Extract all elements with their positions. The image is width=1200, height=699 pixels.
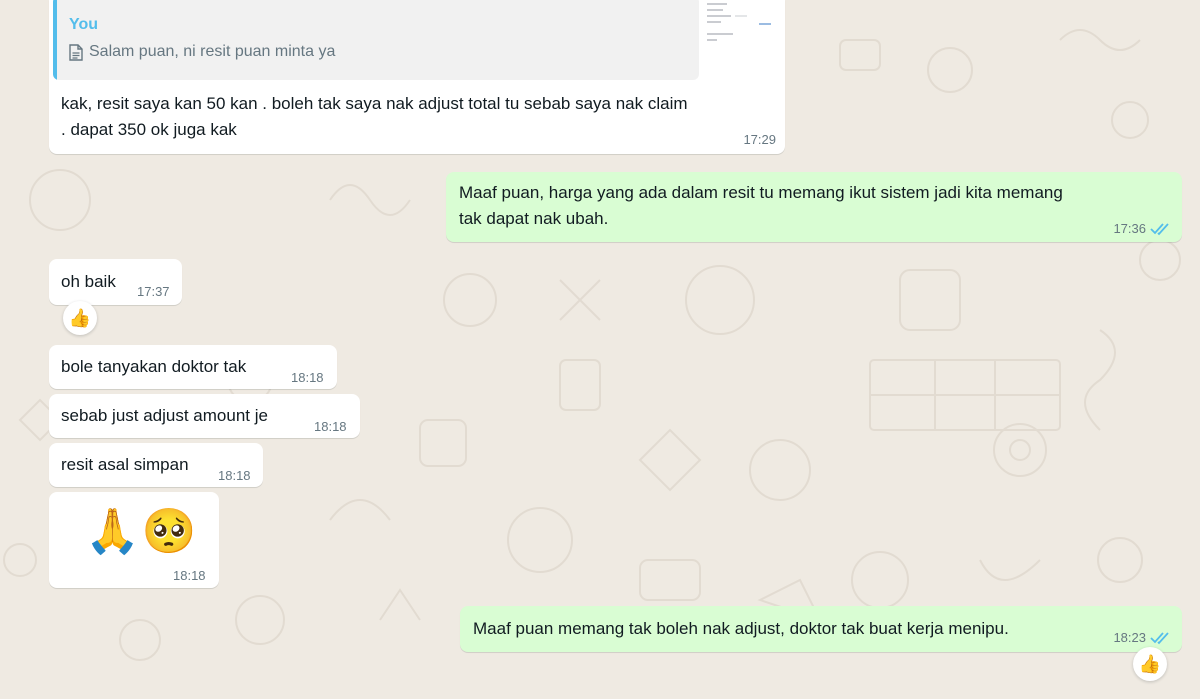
message-timestamp: 18:18 xyxy=(314,419,347,434)
outgoing-message-bubble[interactable]: Maaf puan memang tak boleh nak adjust, d… xyxy=(460,606,1182,652)
message-text-line: Maaf puan, harga yang ada dalam resit tu… xyxy=(459,183,1063,202)
quote-text-row: Salam puan, ni resit puan minta ya xyxy=(69,39,335,65)
message-text: resit asal simpan xyxy=(61,455,189,474)
incoming-message-bubble[interactable]: bole tanyakan doktor tak 18:18 xyxy=(49,345,337,389)
message-timestamp: 17:29 xyxy=(743,132,776,147)
incoming-message-bubble[interactable]: You Salam puan, ni resit puan minta ya k… xyxy=(49,0,785,154)
message-timestamp: 18:23 xyxy=(1113,630,1146,645)
message-text: kak, resit saya kan 50 kan . boleh tak s… xyxy=(61,91,781,143)
thumbs-up-reaction[interactable]: 👍 xyxy=(1133,647,1167,681)
incoming-message-bubble[interactable]: oh baik 17:37 xyxy=(49,259,182,305)
message-timestamp: 17:36 xyxy=(1113,221,1146,236)
document-icon xyxy=(69,43,83,61)
incoming-message-bubble[interactable]: sebab just adjust amount je 18:18 xyxy=(49,394,360,438)
message-timestamp: 18:18 xyxy=(218,468,251,483)
quote-author: You xyxy=(69,16,99,33)
message-text: oh baik xyxy=(61,272,116,291)
message-timestamp: 18:18 xyxy=(173,568,206,583)
message-text: Maaf puan, harga yang ada dalam resit tu… xyxy=(459,180,1174,232)
quoted-message[interactable]: You Salam puan, ni resit puan minta ya xyxy=(53,0,699,80)
emoji-message: 🙏🥺 xyxy=(85,507,199,556)
thumbs-up-reaction[interactable]: 👍 xyxy=(63,301,97,335)
incoming-message-bubble[interactable]: resit asal simpan 18:18 xyxy=(49,443,263,487)
reaction-emoji: 👍 xyxy=(1138,653,1162,674)
double-check-icon xyxy=(1150,223,1169,236)
double-check-icon xyxy=(1150,632,1169,645)
reaction-emoji: 👍 xyxy=(68,307,92,328)
quote-text: Salam puan, ni resit puan minta ya xyxy=(89,43,336,60)
receipt-thumbnail[interactable] xyxy=(701,0,783,80)
message-text: sebab just adjust amount je xyxy=(61,406,268,425)
message-text: bole tanyakan doktor tak xyxy=(61,357,247,376)
outgoing-message-bubble[interactable]: Maaf puan, harga yang ada dalam resit tu… xyxy=(446,172,1182,242)
message-text-line: . dapat 350 ok juga kak xyxy=(61,120,237,139)
message-timestamp: 17:37 xyxy=(137,284,170,299)
message-text: Maaf puan memang tak boleh nak adjust, d… xyxy=(473,619,1009,638)
receipt-thumbnail-image xyxy=(701,0,783,80)
message-text-line: kak, resit saya kan 50 kan . boleh tak s… xyxy=(61,94,688,113)
incoming-emoji-bubble[interactable]: 🙏🥺 18:18 xyxy=(49,492,219,588)
quote-accent-bar xyxy=(53,0,57,80)
message-text-line: tak dapat nak ubah. xyxy=(459,209,609,228)
message-timestamp: 18:18 xyxy=(291,370,324,385)
